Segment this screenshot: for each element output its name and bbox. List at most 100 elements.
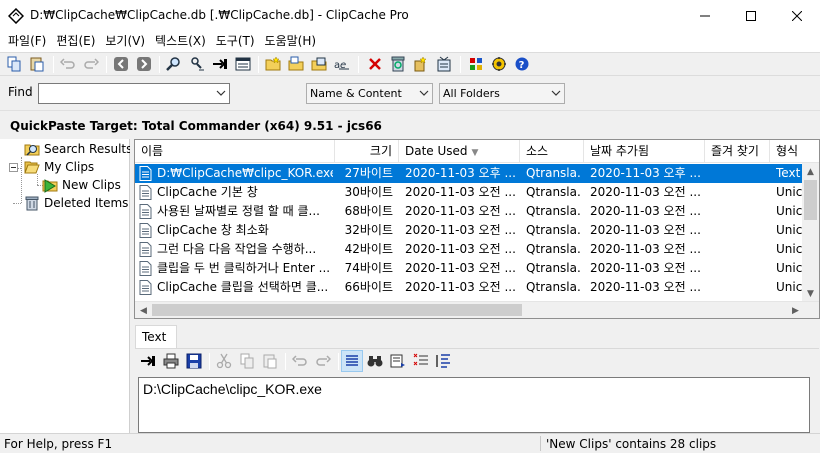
list-horizontal-scrollbar[interactable]: ◀ ▶: [135, 301, 819, 318]
window-title: D:₩ClipCache₩ClipCache.db [.₩ClipCache.d…: [30, 8, 409, 22]
chevron-down-icon: [551, 90, 561, 96]
column-header-date-used[interactable]: Date Used ▼: [399, 140, 520, 163]
paste-icon[interactable]: [29, 56, 45, 72]
tree-item-search-results[interactable]: Search Results: [24, 140, 132, 158]
menu-file[interactable]: 파일(F): [0, 31, 51, 51]
folder-scope-select[interactable]: All Folders: [439, 83, 565, 104]
table-row[interactable]: D:₩ClipCache₩clipc_KOR.exe 27바이트 2020-11-0…: [135, 164, 805, 183]
scroll-thumb[interactable]: [152, 304, 522, 316]
tab-text[interactable]: Text: [135, 325, 177, 348]
collapse-toggle-icon[interactable]: [9, 163, 18, 172]
cell-size: 42바이트: [344, 242, 393, 256]
search-icon[interactable]: [166, 56, 182, 72]
scroll-left-icon[interactable]: ◀: [135, 302, 152, 318]
table-row[interactable]: 그런 다음 다음 작업을 수행하... 42바이트 2020-11-03 오전 ..…: [135, 240, 805, 259]
cell-fav: [711, 221, 768, 240]
table-row[interactable]: 클립을 두 번 클릭하거나 Enter ... 74바이트 2020-11-03 오…: [135, 259, 805, 278]
column-header-date-added[interactable]: 날짜 추가됨: [584, 140, 705, 163]
settings-icon[interactable]: [491, 56, 507, 72]
tree-item-deleted-items[interactable]: Deleted Items: [24, 194, 128, 212]
menu-text[interactable]: 텍스트(X): [150, 31, 211, 51]
menu-tools[interactable]: 도구(T): [211, 31, 260, 51]
cell-name: 클립을 두 번 클릭하거나 Enter ...: [157, 261, 331, 275]
text-document-icon: [139, 185, 152, 200]
status-help-text: For Help, press F1: [4, 437, 113, 451]
text-edit-icon[interactable]: ae: [334, 56, 350, 72]
column-header-name[interactable]: 이름: [135, 140, 335, 163]
close-button[interactable]: [774, 0, 820, 31]
column-header-favorite[interactable]: 즐겨 찾기: [705, 140, 770, 163]
menu-view[interactable]: 보기(V): [100, 31, 150, 51]
table-row[interactable]: ClipCache 클립을 선택하면 클... 66바이트 2020-11-03 오…: [135, 278, 805, 297]
scroll-thumb[interactable]: [804, 180, 817, 220]
cell-source: Qtransla...: [526, 166, 582, 180]
cell-added: 2020-11-03 오전 ...: [590, 261, 701, 275]
maximize-icon: [746, 10, 756, 21]
scroll-down-icon[interactable]: ▼: [802, 285, 819, 302]
scroll-up-icon[interactable]: ▲: [802, 163, 819, 180]
save-icon[interactable]: [186, 353, 202, 369]
copy-icon[interactable]: [239, 353, 255, 369]
forward-icon[interactable]: [136, 56, 152, 72]
table-row[interactable]: ClipCache 창 최소화 32바이트 2020-11-03 오전 ... Qtr…: [135, 221, 805, 240]
new-subfolder-icon[interactable]: [288, 56, 304, 72]
window-icon[interactable]: [235, 56, 251, 72]
maximize-button[interactable]: [728, 0, 774, 31]
cut-icon[interactable]: [216, 353, 232, 369]
sort-descending-icon: ▼: [471, 148, 479, 158]
column-header-format[interactable]: 형식: [770, 140, 819, 163]
search-folder-icon: [24, 144, 40, 156]
cell-fav: [711, 259, 768, 278]
svg-text:?: ?: [519, 60, 525, 71]
search-mode-select[interactable]: Name & Content: [306, 83, 433, 104]
find-input[interactable]: [38, 83, 230, 104]
cell-size: 27바이트: [344, 166, 393, 180]
new-folder-icon[interactable]: [265, 56, 281, 72]
paste-target-icon[interactable]: [212, 56, 228, 72]
delete-icon[interactable]: [367, 56, 383, 72]
tree-item-label: New Clips: [62, 178, 121, 192]
find-replace-icon[interactable]: [390, 353, 406, 369]
recycle-bin-icon: [25, 196, 39, 211]
text-document-icon: [139, 261, 152, 276]
undo-icon[interactable]: [292, 353, 308, 369]
line-numbers-icon[interactable]: [413, 353, 429, 369]
column-header-label: 이름: [141, 144, 164, 158]
compact-icon[interactable]: [436, 56, 452, 72]
folder-properties-icon[interactable]: [311, 56, 327, 72]
text-document-icon: [139, 204, 152, 219]
clip-text-area[interactable]: D:\ClipCache\clipc_KOR.exe: [138, 377, 810, 433]
paste-icon[interactable]: [262, 353, 278, 369]
table-row[interactable]: 사용된 날짜별로 정렬 할 때 클... 68바이트 2020-11-03 오전 .…: [135, 202, 805, 221]
menu-help[interactable]: 도움말(H): [260, 31, 322, 51]
format-lines-icon[interactable]: [436, 353, 452, 369]
recycle-icon[interactable]: [390, 56, 406, 72]
grid-view-icon[interactable]: [468, 56, 484, 72]
new-clips-folder-icon: [42, 179, 58, 193]
paste-target-icon[interactable]: [140, 353, 156, 369]
list-vertical-scrollbar[interactable]: ▲ ▼: [802, 163, 819, 302]
chevron-down-icon[interactable]: [216, 88, 226, 98]
scroll-right-icon[interactable]: ▶: [787, 302, 804, 318]
menu-edit[interactable]: 편집(E): [51, 31, 100, 51]
undo-icon[interactable]: [60, 56, 76, 72]
copy-icon[interactable]: [6, 56, 22, 72]
back-icon[interactable]: [113, 56, 129, 72]
column-header-label: 소스: [526, 144, 549, 158]
help-icon[interactable]: ?: [514, 56, 530, 72]
tree-item-my-clips[interactable]: My Clips: [24, 158, 94, 176]
redo-icon[interactable]: [83, 56, 99, 72]
binoculars-icon[interactable]: [367, 353, 383, 369]
redo-icon[interactable]: [315, 353, 331, 369]
tree-item-new-clips[interactable]: New Clips: [42, 176, 121, 194]
folder-open-icon: [24, 161, 40, 174]
find-next-icon[interactable]: [189, 56, 205, 72]
purge-icon[interactable]: [413, 56, 429, 72]
print-icon[interactable]: [163, 353, 179, 369]
column-header-size[interactable]: 크기: [335, 140, 399, 163]
column-header-source[interactable]: 소스: [520, 140, 584, 163]
table-row[interactable]: ClipCache 기본 창 30바이트 2020-11-03 오전 ... Qtra…: [135, 183, 805, 202]
text-document-icon: [139, 166, 152, 181]
cell-used: 2020-11-03 오후 ...: [405, 166, 516, 180]
minimize-button[interactable]: [682, 0, 728, 31]
